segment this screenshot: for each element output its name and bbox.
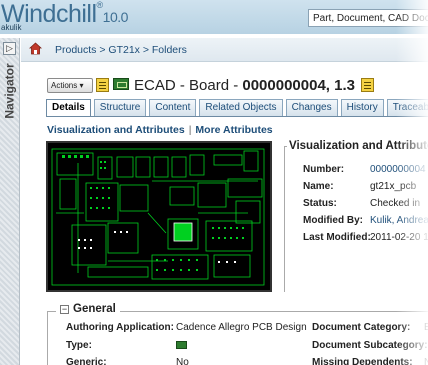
gen-label-generic: Generic: xyxy=(66,357,107,365)
ecad-type-icon xyxy=(176,341,187,349)
general-title: General xyxy=(73,303,116,315)
tab-divider xyxy=(46,116,428,117)
attr-value-last-modified: 2011-02-20 10: xyxy=(370,232,428,243)
link-separator: | xyxy=(188,124,192,136)
tab-changes[interactable]: Changes xyxy=(285,99,338,116)
ecad-board-icon xyxy=(113,78,129,90)
attr-value-name: gt21x_pcb xyxy=(370,181,417,192)
breadcrumb: Products > GT21x > Folders xyxy=(21,38,428,62)
pcb-thumbnail[interactable] xyxy=(46,141,272,292)
gen-value-generic: No xyxy=(176,357,189,365)
object-title: ECAD - Board - 0000000004, 1.3 xyxy=(134,76,375,94)
home-icon[interactable] xyxy=(29,42,42,55)
app-header: Windchill®10.0 akulik Part, Document, CA… xyxy=(0,0,428,34)
tab-traceability[interactable]: Traceability xyxy=(386,99,428,116)
pcb-layout-image xyxy=(51,148,265,286)
gen-value-missing-dependents: N xyxy=(424,357,428,365)
tab-content[interactable]: Content xyxy=(149,99,197,116)
gen-value-type xyxy=(176,341,187,352)
link-more-attributes[interactable]: More Attributes xyxy=(195,124,272,136)
object-title-number: 0000000004, 1.3 xyxy=(242,77,355,94)
gen-label-authoring-app: Authoring Application: xyxy=(66,322,174,333)
actions-menu-button[interactable]: Actions ▾ xyxy=(47,78,93,93)
navigator-label[interactable]: Navigator xyxy=(3,63,17,118)
breadcrumb-path[interactable]: Products > GT21x > Folders xyxy=(55,44,187,56)
object-tabs: Details Structure Content Related Object… xyxy=(46,99,428,117)
attr-value-number[interactable]: 0000000004 xyxy=(370,164,426,175)
tab-structure[interactable]: Structure xyxy=(93,99,147,116)
general-section-header[interactable]: − General xyxy=(56,303,120,315)
object-title-prefix: ECAD - Board - xyxy=(134,77,243,94)
gen-label-doc-subcategory: Document Subcategory: xyxy=(312,340,428,351)
attr-label-number: Number: xyxy=(303,164,345,175)
attr-label-status: Status: xyxy=(303,198,337,209)
tab-history[interactable]: History xyxy=(340,99,384,116)
attr-label-modified-by: Modified By: xyxy=(303,215,363,226)
current-user: akulik xyxy=(1,23,22,32)
link-visualization-attributes[interactable]: Visualization and Attributes xyxy=(47,124,185,136)
search-type-field[interactable]: Part, Document, CAD Document xyxy=(308,9,428,27)
navigator-expand-icon[interactable]: ▷ xyxy=(3,42,16,55)
attr-value-status: Checked in xyxy=(370,198,421,209)
tab-related-objects[interactable]: Related Objects xyxy=(199,99,283,116)
document-icon[interactable] xyxy=(96,78,109,92)
attr-label-name: Name: xyxy=(303,181,334,192)
visualization-title: Visualization and Attributes xyxy=(287,140,428,152)
gen-label-missing-dependents: Missing Dependents: xyxy=(312,357,413,365)
section-links: Visualization and Attributes | More Attrib… xyxy=(47,124,273,136)
gen-value-authoring-app: Cadence Allegro PCB Design xyxy=(176,322,307,333)
document-lock-icon[interactable] xyxy=(361,78,375,92)
gen-value-doc-category: E xyxy=(424,322,428,333)
collapse-icon[interactable]: − xyxy=(60,305,69,314)
object-info-bar: Actions ▾ ECAD - Board - 0000000004, 1.3 xyxy=(34,69,428,99)
attr-label-last-modified: Last Modified: xyxy=(303,232,371,243)
gen-label-type: Type: xyxy=(66,340,92,351)
tab-details[interactable]: Details xyxy=(46,99,91,117)
attr-value-modified-by[interactable]: Kulik, Andreas xyxy=(370,215,428,226)
logo-version: 10.0 xyxy=(102,9,129,25)
gen-label-doc-category: Document Category: xyxy=(312,322,411,333)
